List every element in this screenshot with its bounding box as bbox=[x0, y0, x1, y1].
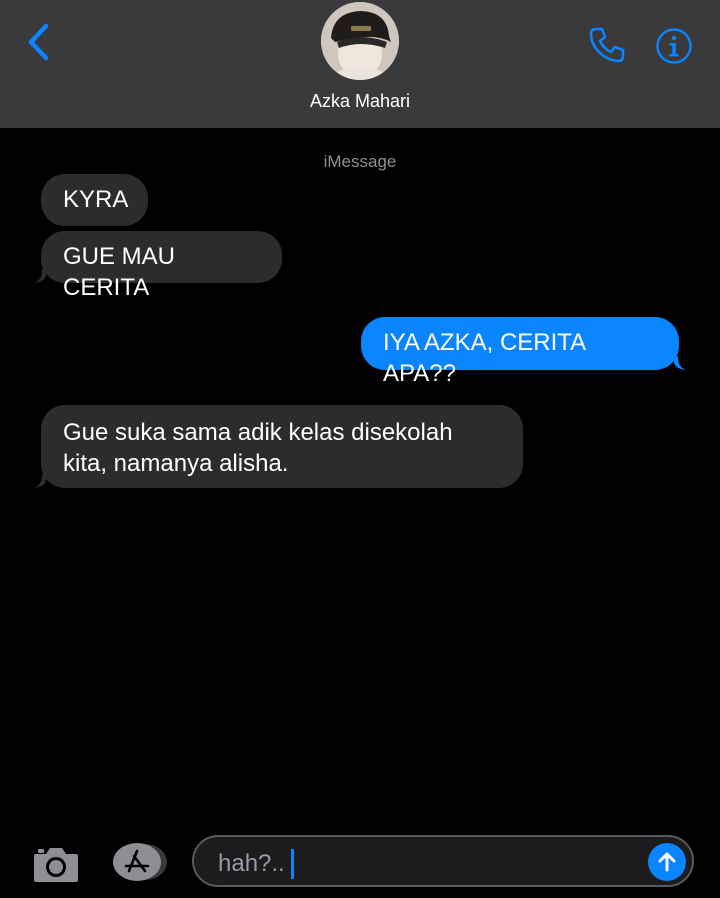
message-text: IYA AZKA, CERITA APA?? bbox=[383, 329, 585, 387]
message-input-text: hah?.. bbox=[218, 849, 294, 879]
service-label: iMessage bbox=[323, 152, 397, 171]
incoming-message[interactable]: GUE MAU CERITA bbox=[41, 231, 282, 301]
incoming-message[interactable]: KYRA bbox=[41, 174, 148, 226]
outgoing-message[interactable]: IYA AZKA, CERITA APA?? bbox=[361, 317, 679, 387]
back-button[interactable] bbox=[18, 20, 58, 64]
arrow-up-icon bbox=[658, 852, 676, 872]
chevron-left-icon bbox=[28, 23, 49, 61]
send-button[interactable] bbox=[648, 843, 686, 881]
info-button[interactable] bbox=[654, 26, 694, 66]
camera-button[interactable] bbox=[30, 842, 82, 886]
contact-name[interactable]: Azka Mahari bbox=[0, 91, 720, 112]
avatar-photo bbox=[321, 2, 399, 80]
info-icon bbox=[656, 28, 692, 64]
call-button[interactable] bbox=[586, 24, 628, 66]
contact-avatar[interactable] bbox=[321, 2, 399, 80]
camera-icon bbox=[34, 848, 78, 882]
conversation-header: Azka Mahari bbox=[0, 0, 720, 128]
message-text: Gue suka sama adik kelas disekolah kita,… bbox=[63, 419, 453, 477]
text-caret bbox=[290, 849, 294, 879]
apps-button[interactable] bbox=[110, 842, 168, 882]
message-text: GUE MAU CERITA bbox=[63, 243, 176, 301]
incoming-message[interactable]: Gue suka sama adik kelas disekolah kita,… bbox=[41, 405, 523, 488]
message-text: KYRA bbox=[63, 186, 129, 213]
message-input-value: hah?.. bbox=[218, 850, 285, 877]
phone-icon bbox=[589, 27, 625, 63]
app-store-icon bbox=[113, 843, 167, 881]
message-input[interactable]: hah?.. bbox=[192, 835, 694, 887]
